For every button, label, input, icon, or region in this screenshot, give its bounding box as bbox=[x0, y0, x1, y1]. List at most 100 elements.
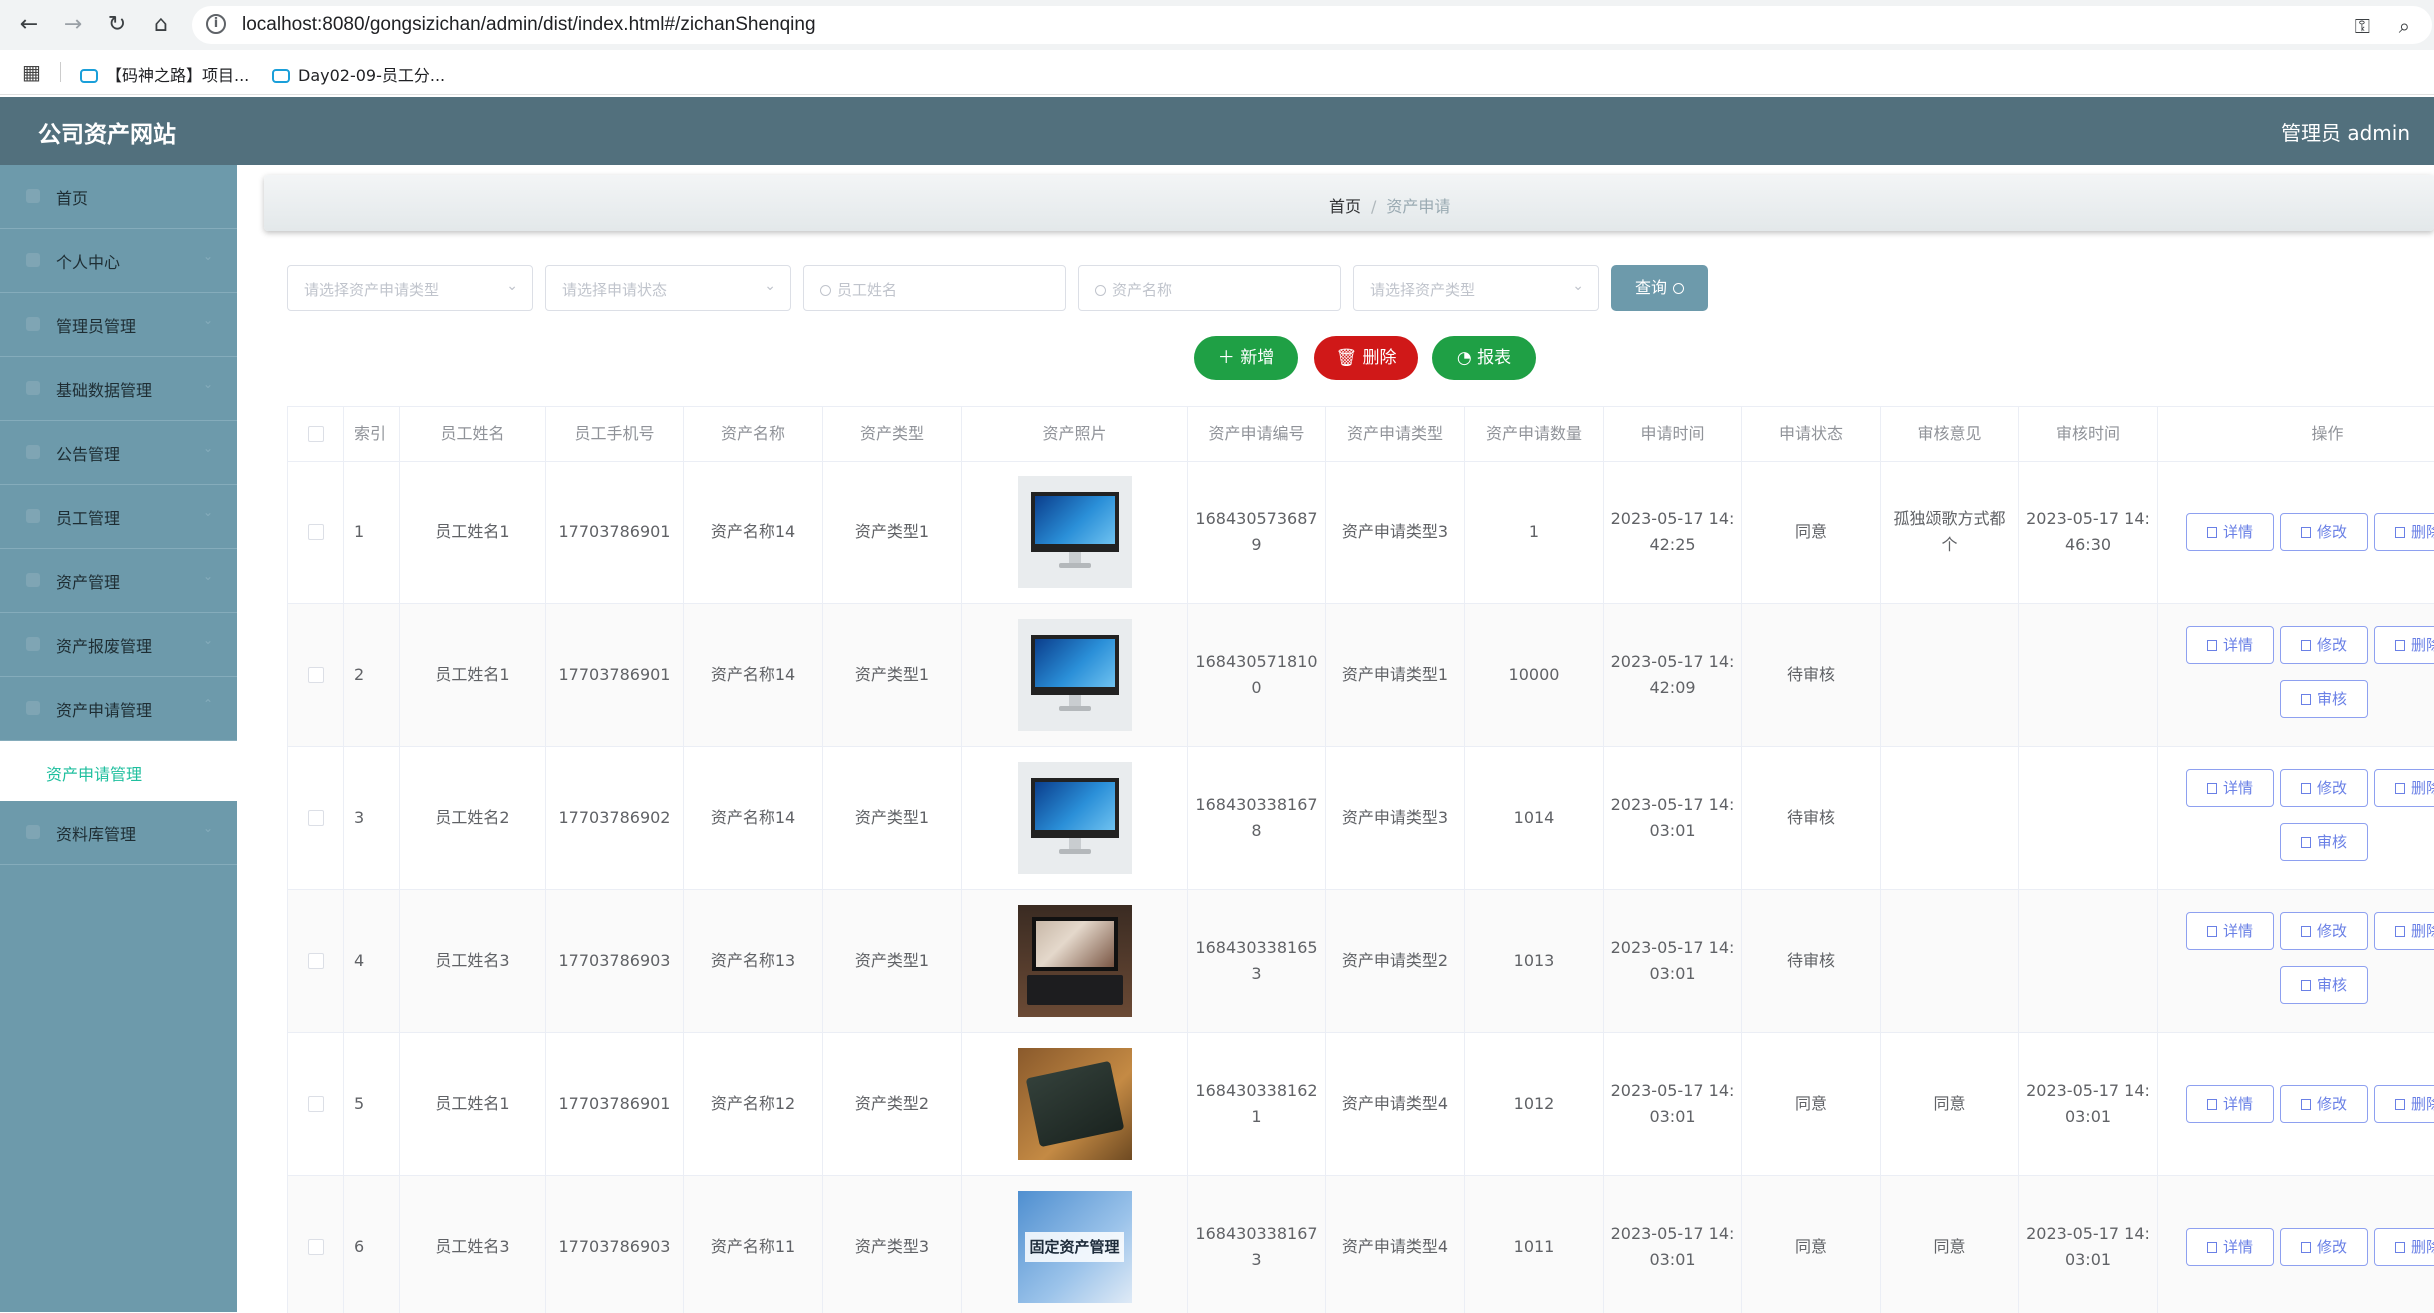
sidebar-item-asset-apply[interactable]: 资产申请管理 ⌃ bbox=[0, 677, 237, 741]
current-user[interactable]: 管理员 admin bbox=[2281, 117, 2410, 146]
table-row: 4 员工姓名3 17703786903 资产名称13 资产类型1 168430338165… bbox=[288, 890, 2434, 1033]
table-cell: 资产名称14 bbox=[684, 604, 823, 746]
table-cell: 详情 修改 删除 bbox=[2158, 461, 2434, 603]
table-cell: 资产申请类型3 bbox=[1326, 747, 1465, 889]
apply-time: 2023-05-17 14: 03:01 bbox=[1611, 1221, 1735, 1273]
detail-button[interactable]: 详情 bbox=[2186, 513, 2274, 551]
menu-label: 资料库管理 bbox=[56, 825, 137, 844]
apply-status: 同意 bbox=[1794, 1237, 1827, 1256]
table-cell: 待审核 bbox=[1742, 604, 1881, 746]
table-cell: 4 bbox=[344, 890, 400, 1032]
query-label: 查询 bbox=[1634, 278, 1667, 297]
asset-photo[interactable] bbox=[1017, 476, 1132, 588]
breadcrumb-home[interactable]: 首页 bbox=[1329, 197, 1361, 216]
submenu-asset-apply[interactable]: 资产申请管理 bbox=[0, 741, 237, 801]
key-icon[interactable]: ⚿ bbox=[2355, 14, 2370, 38]
sidebar-item-basedata[interactable]: 基础数据管理 ⌄ bbox=[0, 357, 237, 421]
sidebar-item-assets[interactable]: 资产管理 ⌄ bbox=[0, 549, 237, 613]
edit-button[interactable]: 修改 bbox=[2280, 769, 2368, 807]
edit-button[interactable]: 修改 bbox=[2280, 1085, 2368, 1123]
review-button[interactable]: 审核 bbox=[2280, 680, 2368, 718]
employee-name: 员工姓名3 bbox=[435, 951, 510, 970]
edit-button-label: 修改 bbox=[2316, 1095, 2347, 1113]
detail-button[interactable]: 详情 bbox=[2186, 912, 2274, 950]
table-row: 5 员工姓名1 17703786901 资产名称12 资产类型2 168430338162… bbox=[288, 1033, 2434, 1176]
trash-icon bbox=[2394, 527, 2405, 538]
sidebar-item-home[interactable]: 首页 bbox=[0, 165, 237, 229]
row-delete-button[interactable]: 删除 bbox=[2374, 1228, 2434, 1266]
report-button[interactable]: ◔ 报表 bbox=[1432, 336, 1536, 380]
edit-button[interactable]: 修改 bbox=[2280, 912, 2368, 950]
apply-code-line: 3 bbox=[1251, 964, 1262, 983]
forward-icon[interactable]: → bbox=[58, 10, 88, 40]
sidebar-item-notices[interactable]: 公告管理 ⌄ bbox=[0, 421, 237, 485]
table-cell: 孤独颂歌方式都个 bbox=[1881, 461, 2019, 603]
delete-button[interactable]: 🗑 删除 bbox=[1314, 336, 1418, 380]
apply-code-line: 9 bbox=[1251, 535, 1262, 554]
zoom-icon[interactable]: ⌕ bbox=[2399, 14, 2410, 38]
apply-code-line: 1 bbox=[1251, 1107, 1262, 1126]
sidebar: 首页 个人中心 ⌄ 管理员管理 ⌄ 基础数据管理 ⌄ 公告管理 ⌄ 员工管理 ⌄… bbox=[0, 165, 237, 1312]
asset-type-select[interactable]: 请选择资产类型 ⌄ bbox=[1353, 265, 1599, 311]
col-header: 资产申请编号 bbox=[1188, 407, 1326, 461]
sidebar-item-library[interactable]: 资料库管理 ⌄ bbox=[0, 801, 237, 865]
query-button[interactable]: 查询 bbox=[1611, 265, 1708, 311]
row-delete-button[interactable]: 删除 bbox=[2374, 769, 2434, 807]
apps-grid-icon[interactable]: ▦ bbox=[22, 60, 41, 84]
address-bar[interactable]: i localhost:8080/gongsizichan/admin/dist… bbox=[192, 6, 2432, 44]
back-icon[interactable]: ← bbox=[14, 10, 44, 40]
row-delete-button[interactable]: 删除 bbox=[2374, 513, 2434, 551]
sidebar-item-employees[interactable]: 员工管理 ⌄ bbox=[0, 485, 237, 549]
row-checkbox[interactable] bbox=[307, 810, 324, 826]
edit-button[interactable]: 修改 bbox=[2280, 626, 2368, 664]
apply-status-select[interactable]: 请选择申请状态 ⌄ bbox=[545, 265, 791, 311]
apply-type-select[interactable]: 请选择资产申请类型 ⌄ bbox=[287, 265, 533, 311]
employee-phone: 17703786901 bbox=[558, 1094, 671, 1113]
row-delete-button[interactable]: 删除 bbox=[2374, 1085, 2434, 1123]
asset-photo[interactable] bbox=[1017, 762, 1132, 874]
row-checkbox[interactable] bbox=[307, 953, 324, 969]
sidebar-item-profile[interactable]: 个人中心 ⌄ bbox=[0, 229, 237, 293]
detail-button[interactable]: 详情 bbox=[2186, 1228, 2274, 1266]
table-cell: 同意 bbox=[1881, 1033, 2019, 1175]
sidebar-item-admins[interactable]: 管理员管理 ⌄ bbox=[0, 293, 237, 357]
browser-toolbar: ← → ↻ ⌂ i localhost:8080/gongsizichan/ad… bbox=[0, 0, 2434, 50]
reload-icon[interactable]: ↻ bbox=[102, 10, 132, 40]
trash-icon bbox=[2394, 783, 2405, 794]
table-row: 3 员工姓名2 17703786902 资产名称14 资产类型1 168430338167… bbox=[288, 747, 2434, 890]
sidebar-item-scrap[interactable]: 资产报废管理 ⌄ bbox=[0, 613, 237, 677]
row-delete-button[interactable]: 删除 bbox=[2374, 912, 2434, 950]
table-cell: 员工姓名1 bbox=[400, 461, 546, 603]
edit-button[interactable]: 修改 bbox=[2280, 513, 2368, 551]
edit-icon bbox=[2300, 527, 2311, 538]
row-checkbox[interactable] bbox=[307, 524, 324, 540]
table-cell: 2023-05-17 14: 03:01 bbox=[1604, 890, 1742, 1032]
url-text[interactable]: localhost:8080/gongsizichan/admin/dist/i… bbox=[242, 14, 816, 36]
home-icon[interactable]: ⌂ bbox=[146, 10, 176, 40]
asset-photo[interactable]: 固定资产管理 bbox=[1017, 1191, 1132, 1303]
search-icon bbox=[820, 285, 831, 296]
add-button[interactable]: ＋ 新增 bbox=[1194, 336, 1298, 380]
site-info-icon[interactable]: i bbox=[206, 14, 226, 34]
detail-button[interactable]: 详情 bbox=[2186, 626, 2274, 664]
bookmark-item[interactable]: 【码神之路】项目... bbox=[80, 62, 249, 86]
review-button[interactable]: 审核 bbox=[2280, 966, 2368, 1004]
detail-button[interactable]: 详情 bbox=[2186, 1085, 2274, 1123]
row-checkbox[interactable] bbox=[307, 667, 324, 683]
edit-button[interactable]: 修改 bbox=[2280, 1228, 2368, 1266]
asset-photo[interactable] bbox=[1017, 1048, 1132, 1160]
asset-photo[interactable] bbox=[1017, 905, 1132, 1017]
apply-time-line: 2023-05-17 14: bbox=[1610, 509, 1735, 528]
review-time: 2023-05-17 14: 03:01 bbox=[2026, 1078, 2150, 1130]
detail-button[interactable]: 详情 bbox=[2186, 769, 2274, 807]
row-checkbox[interactable] bbox=[307, 1239, 324, 1255]
employee-name-input[interactable]: 员工姓名 bbox=[803, 265, 1066, 311]
asset-name-input[interactable]: 资产名称 bbox=[1078, 265, 1341, 311]
asset-photo[interactable] bbox=[1017, 619, 1132, 731]
asset-name: 资产名称11 bbox=[710, 1237, 796, 1256]
row-delete-button[interactable]: 删除 bbox=[2374, 626, 2434, 664]
row-checkbox[interactable] bbox=[307, 1096, 324, 1112]
bookmark-item[interactable]: Day02-09-员工分... bbox=[272, 62, 445, 86]
review-button[interactable]: 审核 bbox=[2280, 823, 2368, 861]
select-all-checkbox[interactable] bbox=[307, 426, 324, 442]
